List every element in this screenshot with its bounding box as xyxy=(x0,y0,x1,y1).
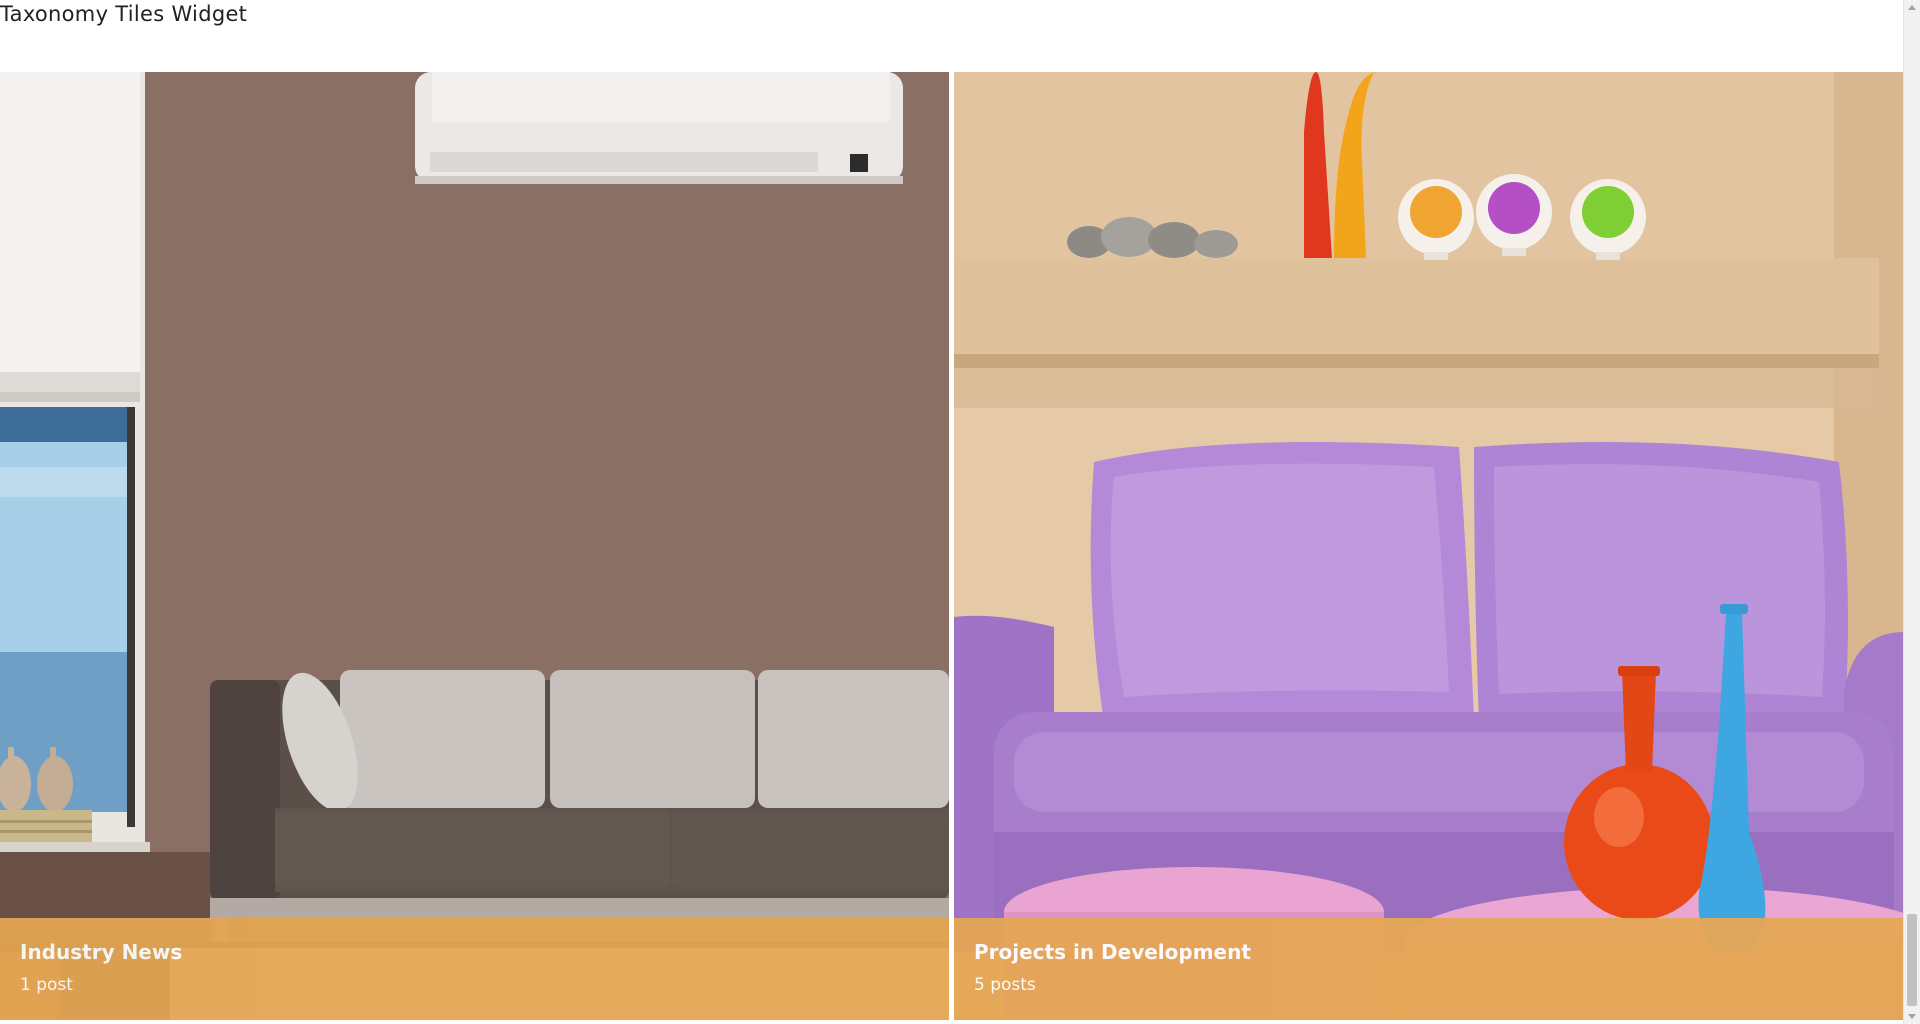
tile-caption: Projects in Development 5 posts xyxy=(954,918,1904,1020)
page: Taxonomy Tiles Widget Industry News 1 po… xyxy=(0,0,1920,1024)
scroll-up-arrow-icon[interactable] xyxy=(1908,5,1916,10)
tile-title[interactable]: Industry News xyxy=(20,940,182,964)
widget-title: Taxonomy Tiles Widget xyxy=(0,2,248,26)
tile-title[interactable]: Projects in Development xyxy=(974,940,1251,964)
tile-caption: Industry News 1 post xyxy=(0,918,949,1020)
scrollbar-thumb[interactable] xyxy=(1907,914,1917,1006)
tile-industry-news[interactable]: Industry News 1 post xyxy=(0,72,949,1020)
tile-post-count: 1 post xyxy=(20,975,73,995)
scroll-down-arrow-icon[interactable] xyxy=(1908,1014,1916,1019)
tile-image-living-room-purple xyxy=(954,72,1904,1020)
taxonomy-tiles-grid: Industry News 1 post Projects in Develop… xyxy=(0,72,1904,1020)
tile-image-living-room-brown xyxy=(0,72,949,1020)
vertical-scrollbar[interactable] xyxy=(1903,0,1920,1024)
tile-projects-in-development[interactable]: Projects in Development 5 posts xyxy=(954,72,1904,1020)
tile-post-count: 5 posts xyxy=(974,975,1036,995)
